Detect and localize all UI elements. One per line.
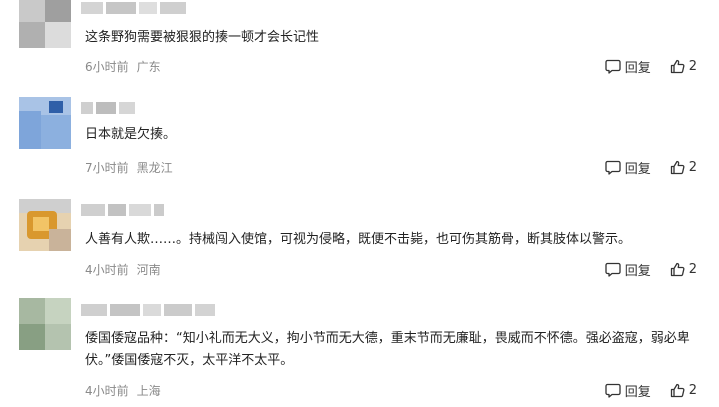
- comment-actions: 回复 2: [605, 260, 697, 279]
- avatar[interactable]: [19, 298, 71, 350]
- comment-meta: 4小时前 河南: [85, 261, 161, 278]
- avatar-pixel: [49, 229, 71, 251]
- avatar[interactable]: [19, 199, 71, 251]
- avatar[interactable]: [19, 97, 71, 149]
- avatar-pixel: [49, 101, 63, 113]
- avatar-pixel: [45, 298, 71, 324]
- thumbs-up-icon: [670, 262, 685, 277]
- like-button[interactable]: 2: [666, 160, 697, 175]
- like-button[interactable]: 2: [666, 262, 697, 277]
- comment-meta: 6小时前 广东: [85, 58, 161, 75]
- avatar-pixel: [45, 22, 71, 48]
- avatar-pixel: [45, 324, 71, 350]
- username-blurred[interactable]: [81, 102, 138, 114]
- comment-actions: 回复 2: [605, 381, 697, 400]
- comment-bubble-icon: [605, 262, 621, 277]
- thumbs-up-icon: [670, 59, 685, 74]
- comment-location: 黑龙江: [136, 161, 173, 175]
- avatar-pixel: [19, 0, 45, 22]
- comment-bubble-icon: [605, 59, 621, 74]
- comment-time: 6小时前: [85, 60, 129, 74]
- comment-time: 7小时前: [85, 161, 129, 175]
- avatar-pixel: [41, 115, 71, 149]
- reply-button[interactable]: 回复: [605, 260, 651, 279]
- avatar-pixel: [19, 324, 45, 350]
- avatar-pixel: [19, 298, 45, 324]
- comment-actions: 回复 2: [605, 57, 697, 76]
- username-blurred[interactable]: [81, 304, 218, 316]
- comment-text: 这条野狗需要被狠狠的揍一顿才会长记性: [85, 30, 320, 45]
- like-button[interactable]: 2: [666, 383, 697, 398]
- comment-text: 人善有人欺……。持械闯入使馆，可视为侵略，既便不击毙，也可伤其筋骨，断其肢体以警…: [85, 232, 632, 247]
- like-count: 2: [688, 262, 697, 277]
- comment-text: 倭国倭寇品种：“知小礼而无大义，拘小节而无大德，重末节而无廉耻，畏威而不怀德。强…: [85, 331, 690, 368]
- avatar[interactable]: [19, 0, 71, 48]
- reply-label: 回复: [624, 162, 651, 177]
- reply-label: 回复: [624, 385, 651, 400]
- comment-text: 日本就是欠揍。: [85, 127, 177, 142]
- comment-time: 4小时前: [85, 384, 129, 398]
- avatar-pixel: [19, 22, 45, 48]
- comment-actions: 回复 2: [605, 158, 697, 177]
- like-button[interactable]: 2: [666, 59, 697, 74]
- comment-time: 4小时前: [85, 263, 129, 277]
- reply-button[interactable]: 回复: [605, 57, 651, 76]
- thumbs-up-icon: [670, 160, 685, 175]
- thumbs-up-icon: [670, 383, 685, 398]
- like-count: 2: [688, 160, 697, 175]
- comment-location: 广东: [136, 60, 161, 74]
- comment-meta: 4小时前 上海: [85, 382, 161, 399]
- reply-label: 回复: [624, 61, 651, 76]
- like-count: 2: [688, 59, 697, 74]
- reply-button[interactable]: 回复: [605, 158, 651, 177]
- username-blurred[interactable]: [81, 204, 167, 216]
- comment-bubble-icon: [605, 383, 621, 398]
- avatar-pixel: [19, 111, 41, 149]
- comment-bubble-icon: [605, 160, 621, 175]
- like-count: 2: [688, 383, 697, 398]
- avatar-pixel: [45, 0, 71, 22]
- comment-location: 河南: [136, 263, 161, 277]
- reply-label: 回复: [624, 264, 651, 279]
- username-blurred[interactable]: [81, 2, 189, 14]
- avatar-pixel: [33, 217, 49, 231]
- comment-meta: 7小时前 黑龙江: [85, 159, 173, 176]
- comment-location: 上海: [136, 384, 161, 398]
- reply-button[interactable]: 回复: [605, 381, 651, 400]
